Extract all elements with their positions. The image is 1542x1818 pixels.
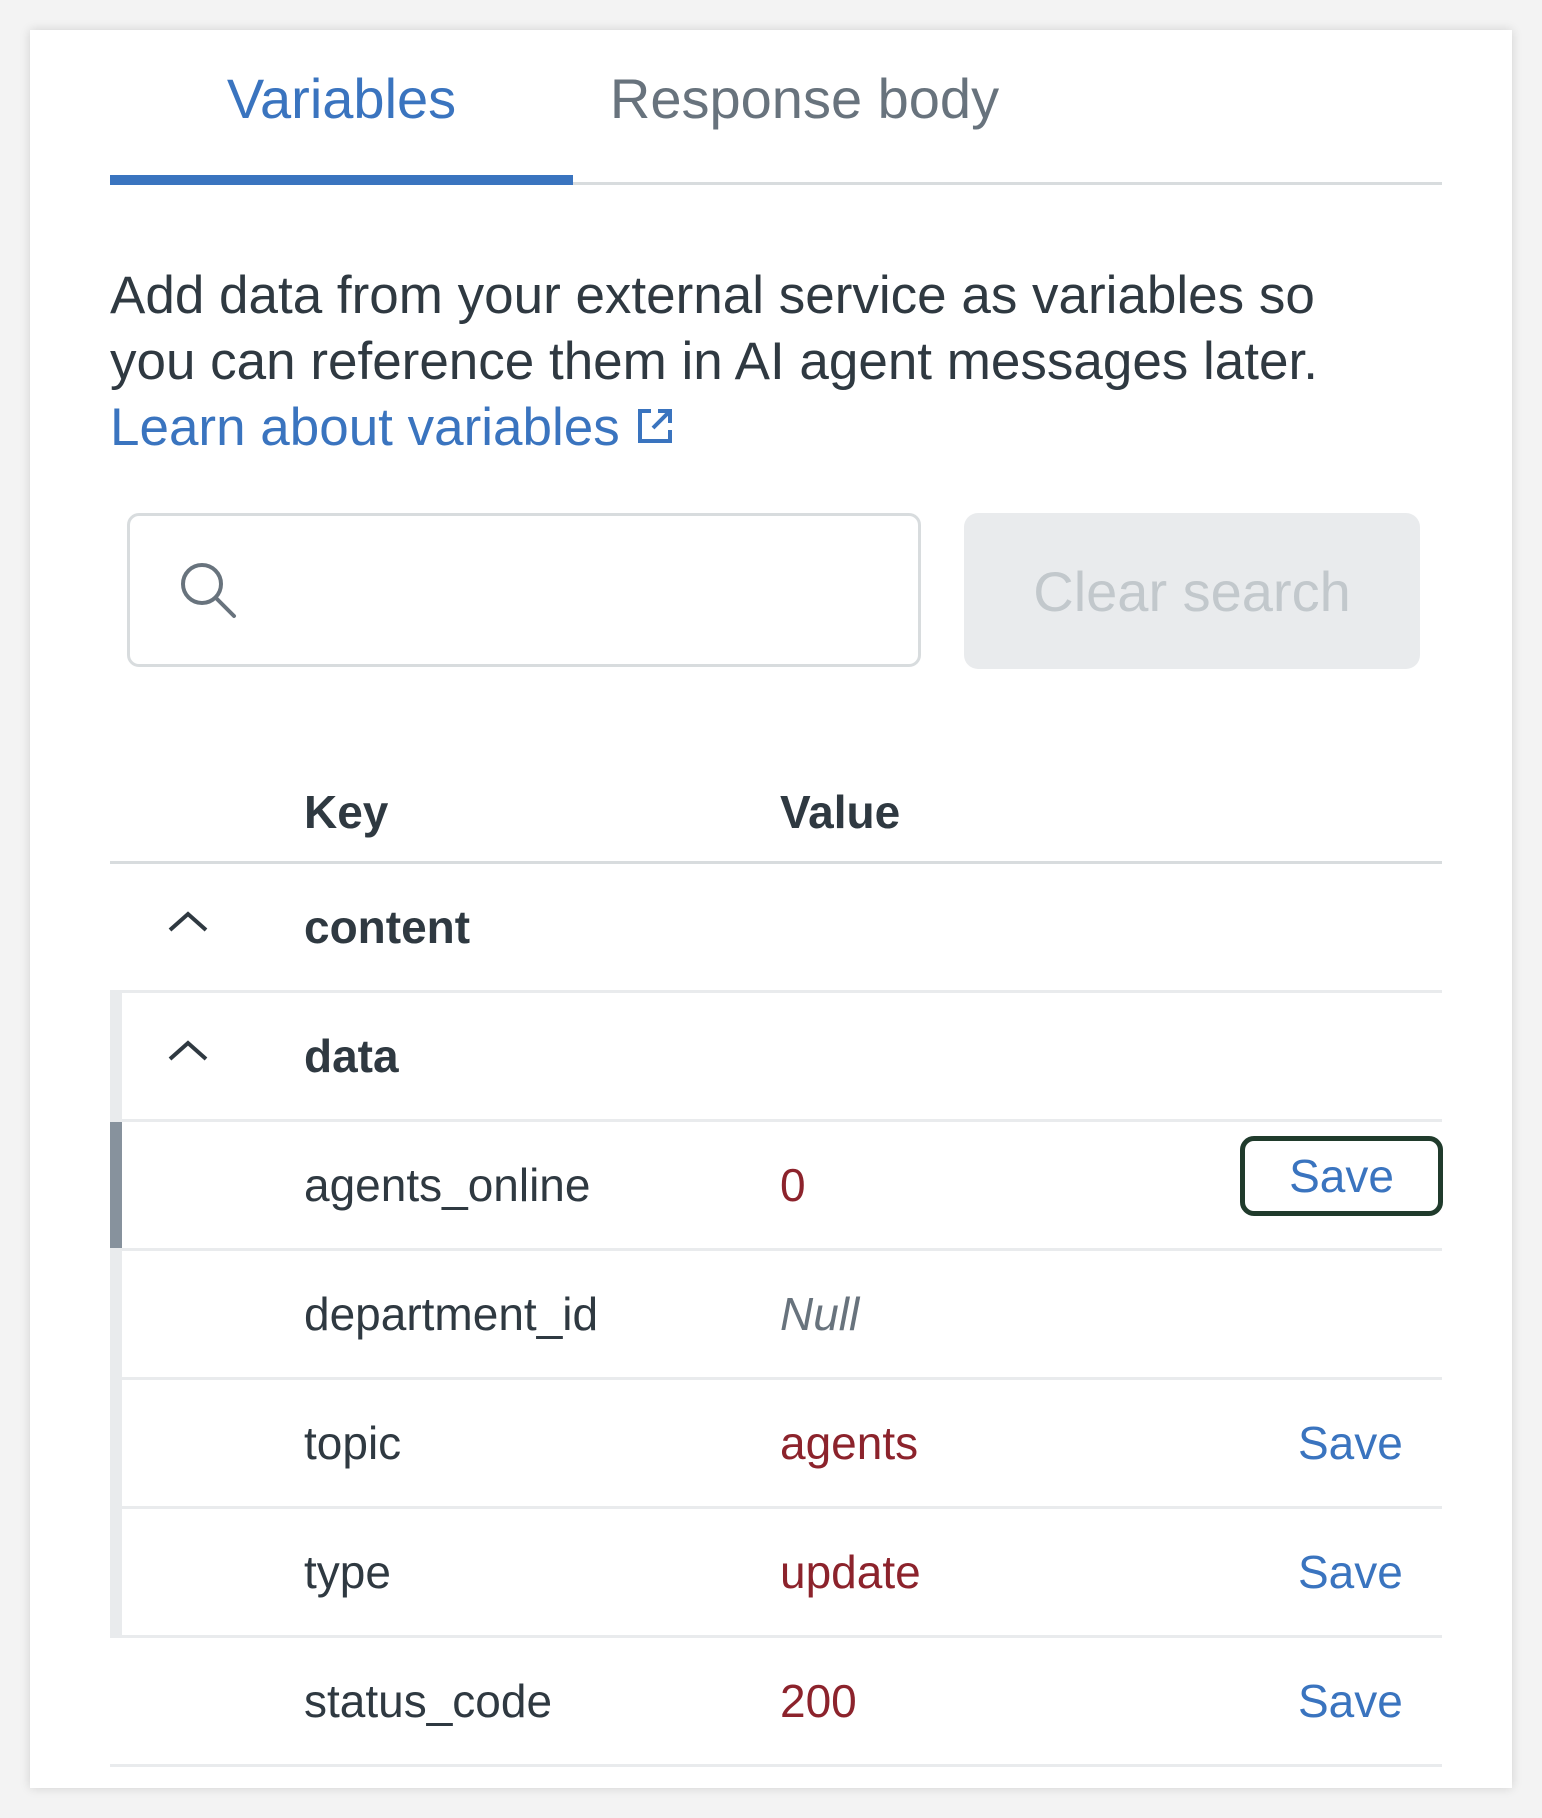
row-value: 200 bbox=[780, 1675, 857, 1727]
table-row-department-id: department_id Null bbox=[110, 1251, 1442, 1380]
tab-bar: Variables Response body bbox=[110, 30, 1442, 185]
panel-content: Variables Response body Add data from yo… bbox=[110, 30, 1443, 1767]
save-button[interactable]: Save bbox=[1240, 1136, 1443, 1216]
row-value: agents bbox=[780, 1417, 919, 1469]
tab-variables-label: Variables bbox=[226, 67, 457, 130]
row-key: content bbox=[304, 901, 471, 953]
learn-link-label: Learn about variables bbox=[110, 398, 620, 457]
row-key: status_code bbox=[304, 1675, 553, 1727]
description-line-1: Add data from your external service as v… bbox=[110, 266, 1315, 325]
tab-variables[interactable]: Variables bbox=[110, 66, 573, 185]
save-button[interactable]: Save bbox=[1298, 1416, 1403, 1470]
tab-response-body-label: Response body bbox=[609, 67, 1000, 130]
row-key: data bbox=[304, 1030, 399, 1082]
column-header-key: Key bbox=[304, 786, 389, 838]
description-line-2: you can reference them in AI agent messa… bbox=[110, 332, 1318, 391]
table-row-type: type update Save bbox=[110, 1509, 1442, 1638]
row-key: topic bbox=[304, 1417, 402, 1469]
search-icon bbox=[178, 560, 238, 625]
chevron-up-icon[interactable] bbox=[166, 1037, 210, 1068]
row-key: agents_online bbox=[304, 1159, 591, 1211]
table-row-content: content bbox=[110, 864, 1442, 993]
row-value: Null bbox=[780, 1288, 860, 1340]
row-key: department_id bbox=[304, 1288, 599, 1340]
tab-response-body[interactable]: Response body bbox=[573, 66, 1036, 182]
variables-panel: Variables Response body Add data from yo… bbox=[30, 30, 1512, 1788]
save-button[interactable]: Save bbox=[1298, 1674, 1403, 1728]
row-key: type bbox=[304, 1546, 391, 1598]
row-value: 0 bbox=[780, 1159, 806, 1211]
clear-search-button[interactable]: Clear search bbox=[964, 513, 1420, 669]
clear-search-label: Clear search bbox=[1033, 559, 1351, 623]
learn-about-variables-link[interactable]: Learn about variables bbox=[110, 395, 674, 461]
column-header-value: Value bbox=[780, 786, 901, 838]
row-value: update bbox=[780, 1546, 921, 1598]
search-field[interactable] bbox=[127, 513, 921, 667]
table-row-status-code: status_code 200 Save bbox=[110, 1638, 1442, 1767]
save-button[interactable]: Save bbox=[1298, 1545, 1403, 1599]
search-input[interactable] bbox=[250, 536, 894, 648]
table-row-agents-online: agents_online 0 Save bbox=[110, 1122, 1443, 1251]
table-row-data: data bbox=[110, 993, 1442, 1122]
chevron-up-icon[interactable] bbox=[166, 908, 210, 939]
external-link-icon bbox=[636, 395, 674, 461]
table-header: Key Value bbox=[110, 750, 1442, 864]
table-row-topic: topic agents Save bbox=[110, 1380, 1442, 1509]
description: Add data from your external service as v… bbox=[110, 263, 1442, 461]
